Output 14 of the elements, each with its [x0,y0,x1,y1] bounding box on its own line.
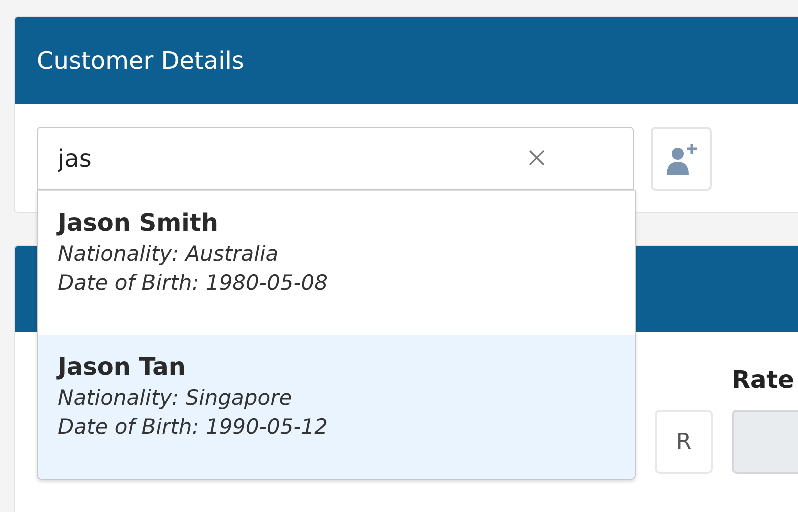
result-item[interactable]: Jason Tan Nationality: Singapore Date of Birth: 1990-05-12 [38,335,635,479]
add-customer-button[interactable] [651,127,712,191]
customer-name: Jason Tan [58,353,187,381]
rate-label: Rate [732,366,796,394]
add-person-icon [664,142,698,176]
currency-addon: R [655,410,713,474]
rate-field[interactable] [732,410,798,474]
customer-name: Jason Smith [58,209,220,237]
birth-date-text: Date of Birth: 1990-05-12 [58,415,329,439]
panel-title: Customer Details [37,46,244,74]
birth-date-text: Date of Birth: 1980-05-08 [58,271,329,295]
nationality-text: Nationality: Singapore [58,386,294,410]
result-item[interactable]: Jason Smith Nationality: Australia Date of Birth: 1980-05-08 [38,191,635,335]
nationality-text: Nationality: Australia [58,242,280,266]
